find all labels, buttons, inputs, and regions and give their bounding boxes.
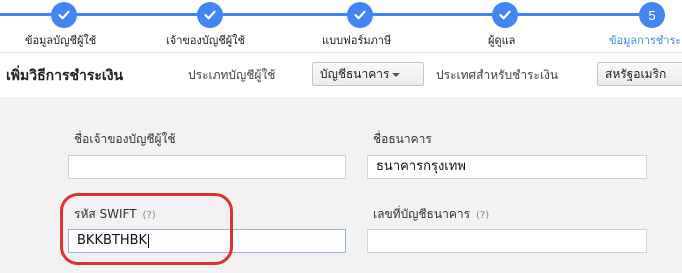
check-icon [499,10,511,20]
account-number-help-icon[interactable]: (?) [476,210,489,221]
step-4-label: ผู้ดูแล [488,34,516,47]
step-2-circle[interactable] [197,2,223,28]
bank-name-input[interactable]: ธนาคารกรุงเทพ [367,155,647,179]
caret-down-icon [392,72,401,77]
progress-stepper: 5 ข้อมูลบัญชีผู้ใช้ เจ้าของบัญชีผู้ใช้ แ… [0,0,682,52]
country-dropdown[interactable]: สหรัฐอเมริก [597,62,682,86]
bank-name-label: ชื่อธนาคาร [373,132,432,146]
payment-method-toolbar: เพิ่มวิธีการชำระเงิน ประเภทบัญชีผู้ใช้ บ… [0,52,682,98]
account-type-value: บัญชีธนาคาร [320,67,390,81]
account-number-label: เลขที่บัญชีธนาคาร (?) [373,205,489,224]
stepper-line [0,13,652,16]
step-1-circle[interactable] [51,2,77,28]
step-1-label: ข้อมูลบัญชีผู้ใช้ [25,34,97,47]
country-value: สหรัฐอเมริก [605,67,667,81]
country-label: ประเทศสำหรับชำระเงิน [436,68,559,82]
owner-name-label: ชื่อเจ้าของบัญชีผู้ใช้ [74,132,176,146]
step-5-label: ข้อมูลการชำระเงิน [609,34,682,47]
account-number-input[interactable] [367,229,647,253]
owner-name-input[interactable] [68,155,346,179]
step-3-label: แบบฟอร์มภาษี [322,34,392,47]
page-title: เพิ่มวิธีการชำระเงิน [6,68,124,84]
step-2-label: เจ้าของบัญชีผู้ใช้ [166,34,245,47]
check-icon [204,10,216,20]
step-4-circle[interactable] [492,2,518,28]
step-3-circle[interactable] [347,2,373,28]
check-icon [58,10,70,20]
step-5-number: 5 [648,7,656,23]
swift-highlight-annotation [60,193,233,265]
account-number-label-text: เลขที่บัญชีธนาคาร [373,207,471,221]
check-icon [354,10,366,20]
account-type-dropdown[interactable]: บัญชีธนาคาร [312,62,424,86]
account-type-label: ประเภทบัญชีผู้ใช้ [188,68,276,82]
bank-name-value: ธนาคารกรุงเทพ [376,159,466,174]
step-5-circle[interactable]: 5 [639,2,665,28]
